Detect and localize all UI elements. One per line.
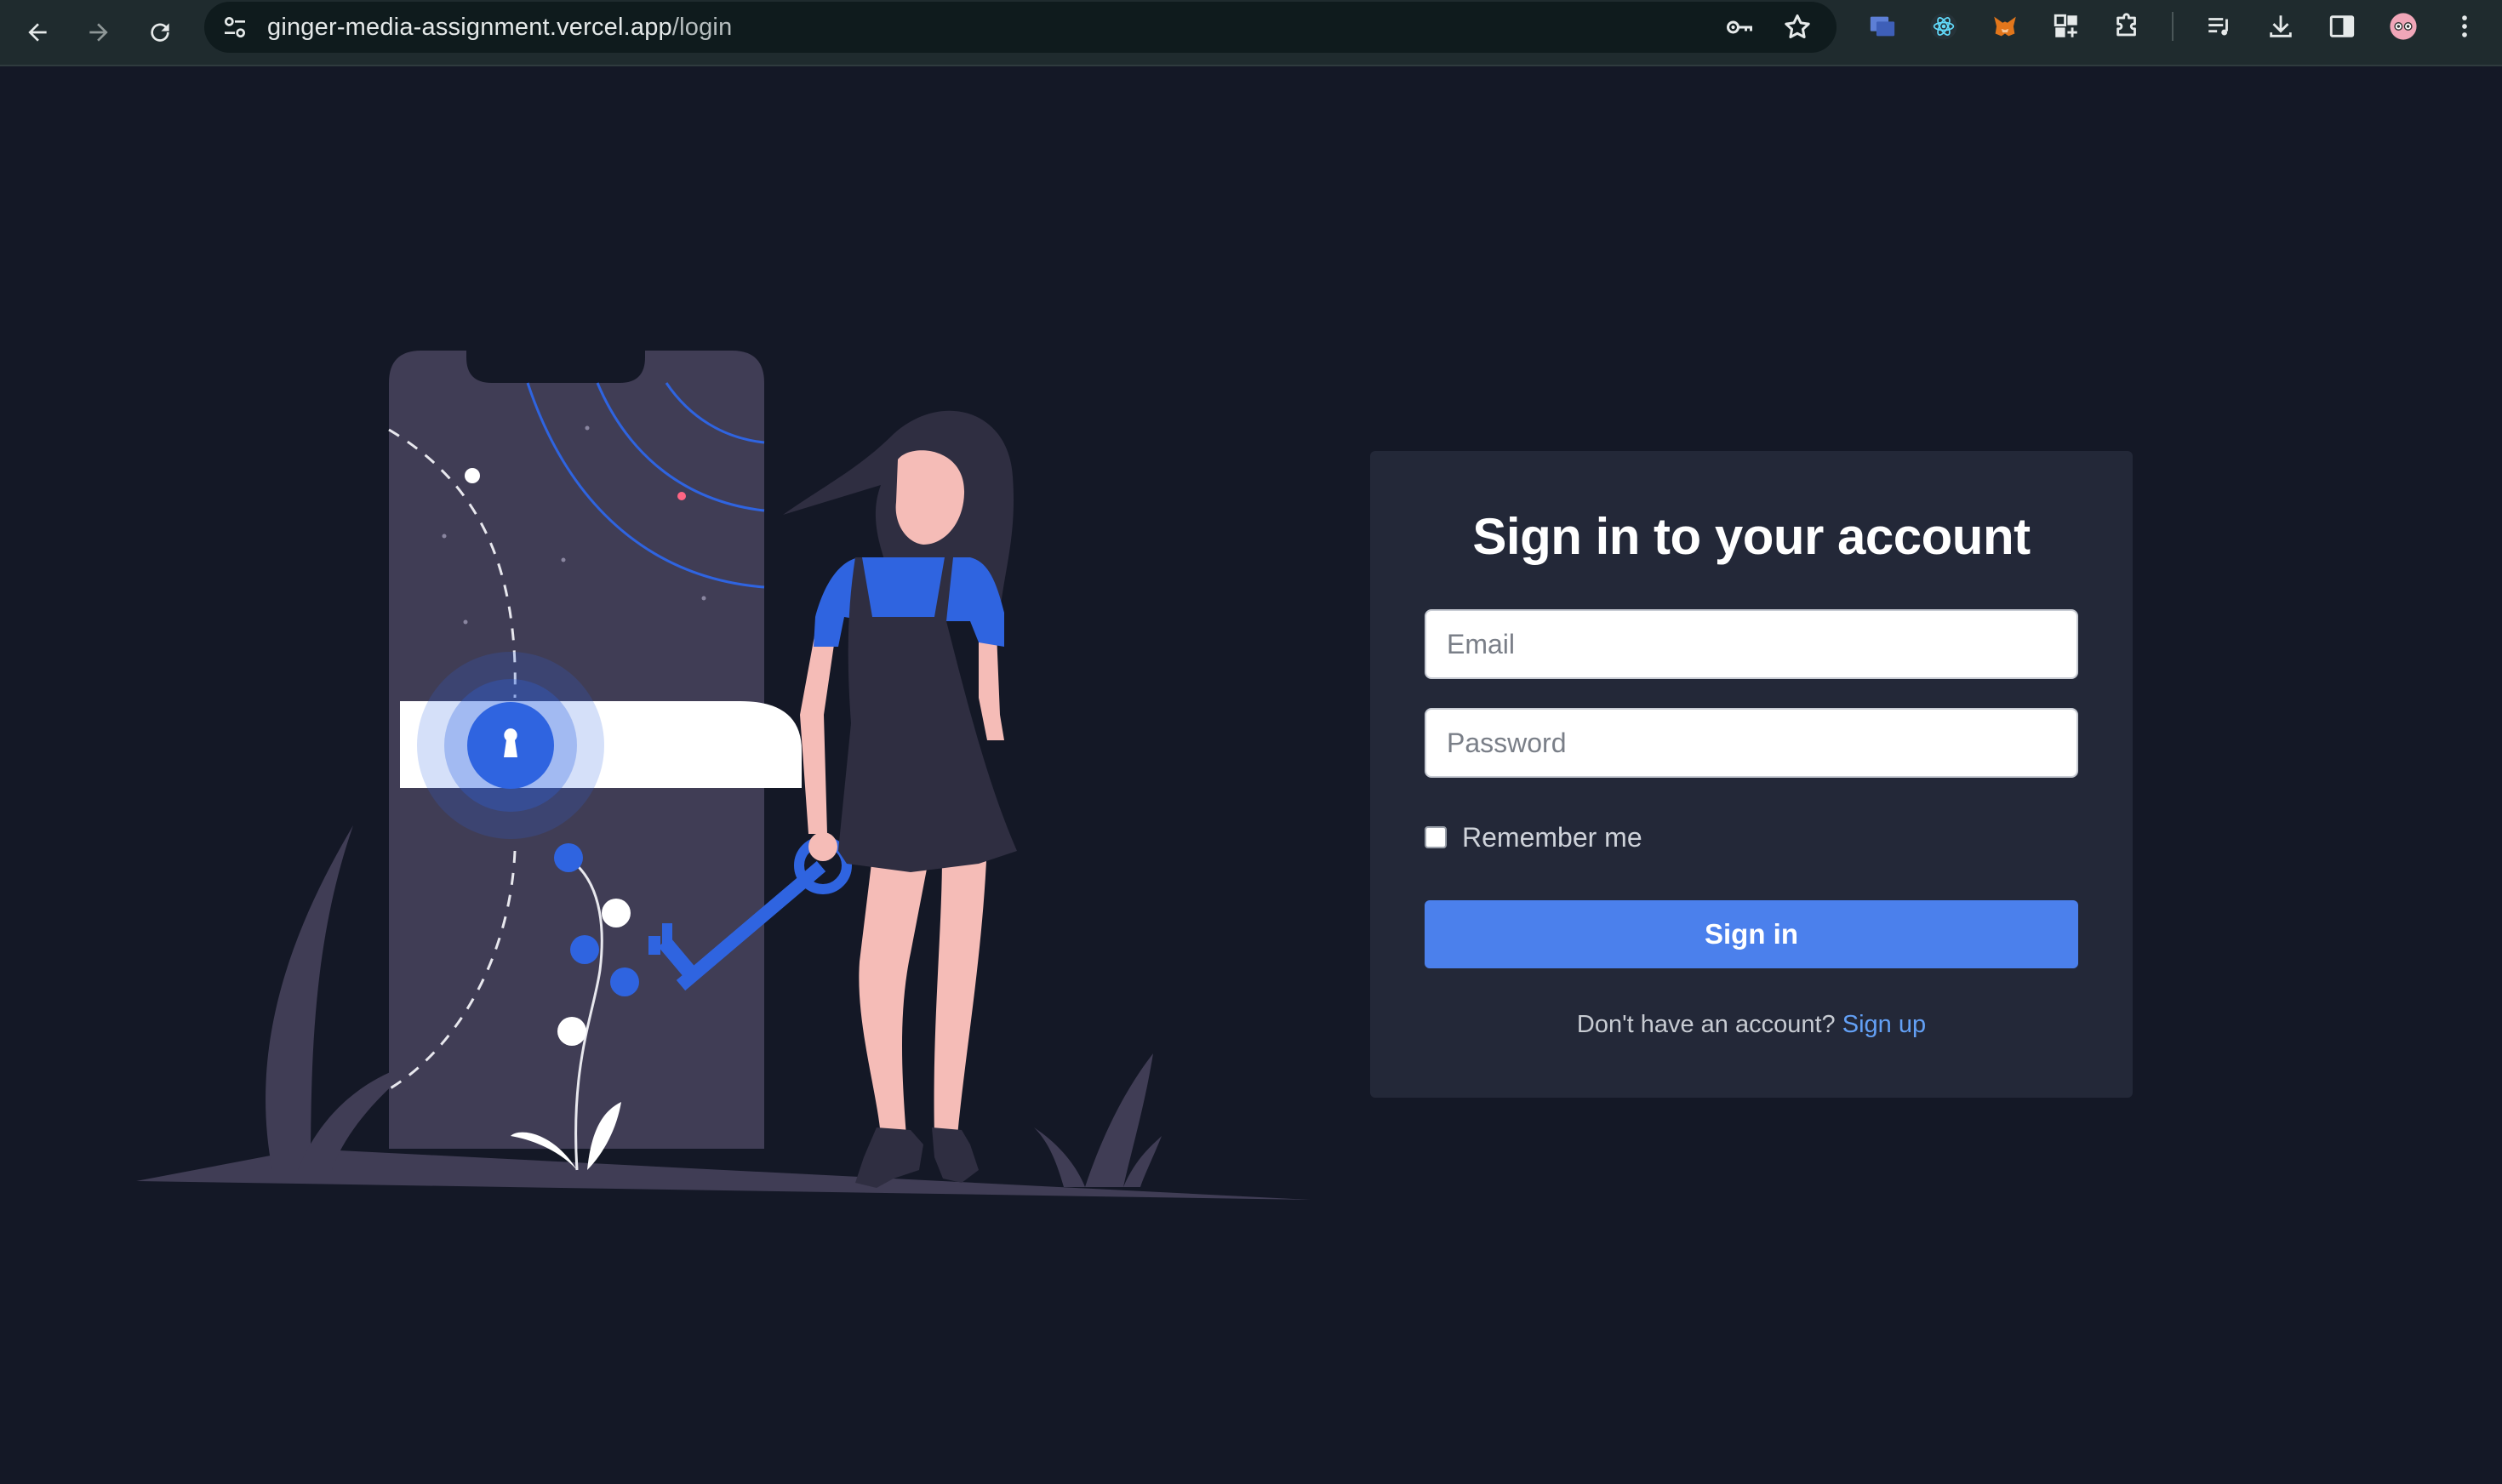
- side-panel-button[interactable]: [2325, 9, 2359, 43]
- extension-window-icon: [1870, 16, 1895, 37]
- password-input[interactable]: [1426, 710, 2076, 776]
- side-panel-icon: [2329, 15, 2355, 37]
- email-input[interactable]: [1426, 611, 2076, 677]
- toolbar-separator: [2172, 12, 2174, 41]
- login-card: Sign in to your account Remember me Sign…: [1370, 451, 2133, 1098]
- flower-bud-4: [610, 967, 639, 996]
- react-devtools-button[interactable]: [1927, 9, 1961, 43]
- flower-bud-3: [570, 935, 599, 964]
- email-field[interactable]: [1425, 609, 2078, 679]
- bookmark-star-icon[interactable]: [1782, 12, 1813, 43]
- remember-me-row[interactable]: Remember me: [1425, 822, 1642, 853]
- download-button[interactable]: [2264, 9, 2298, 43]
- url-text[interactable]: ginger-media-assignment.vercel.app/login: [267, 14, 732, 42]
- address-bar[interactable]: ginger-media-assignment.vercel.app/login: [204, 2, 1837, 53]
- signup-prompt: Don't have an account?: [1576, 1011, 1836, 1038]
- forward-button[interactable]: [77, 10, 121, 54]
- browser-toolbar: ginger-media-assignment.vercel.app/login: [0, 0, 2502, 66]
- login-illustration: [136, 351, 1311, 1200]
- flower-bud-1: [554, 843, 583, 872]
- dot-white: [465, 468, 480, 483]
- metamask-icon: [1994, 16, 2016, 37]
- extension-grid-button[interactable]: [2049, 9, 2083, 43]
- media-control-button[interactable]: [2202, 9, 2236, 43]
- media-control-icon: [2208, 18, 2228, 36]
- signup-row: Don't have an account? Sign up: [1370, 1011, 2133, 1039]
- menu-dots-icon: [2462, 15, 2467, 37]
- sign-in-button[interactable]: Sign in: [1425, 900, 2078, 968]
- react-devtools-icon: [1930, 13, 1957, 40]
- download-icon: [2270, 15, 2292, 37]
- dot-pink: [677, 492, 686, 500]
- remember-me-checkbox[interactable]: [1425, 826, 1447, 848]
- puzzle-icon: [2116, 13, 2136, 37]
- extensions-button[interactable]: [2111, 9, 2145, 43]
- forward-icon: [89, 23, 108, 42]
- flower-bud-5: [557, 1017, 586, 1046]
- remember-me-label[interactable]: Remember me: [1462, 822, 1642, 853]
- url-path: /login: [671, 14, 733, 41]
- grass-right-small: [1034, 1127, 1085, 1187]
- extension-window-button[interactable]: [1865, 9, 1899, 43]
- url-host: ginger-media-assignment.vercel.app: [267, 14, 672, 41]
- profile-avatar: [2390, 13, 2417, 40]
- page-title: Sign in to your account: [1472, 508, 2031, 565]
- reload-icon: [151, 23, 169, 42]
- extension-grid-icon: [2054, 14, 2077, 37]
- password-key-icon[interactable]: [1724, 12, 1755, 43]
- reload-button[interactable]: [138, 10, 182, 54]
- site-info-icon[interactable]: [221, 14, 248, 41]
- girl-figure: [783, 410, 1017, 1188]
- profile-button[interactable]: [2386, 9, 2420, 43]
- flower-bud-2: [602, 899, 631, 928]
- password-field[interactable]: [1425, 708, 2078, 778]
- back-icon: [28, 23, 47, 42]
- metamask-button[interactable]: [1988, 9, 2022, 43]
- back-button[interactable]: [15, 10, 60, 54]
- sign-up-link[interactable]: Sign up: [1842, 1011, 1926, 1038]
- browser-menu-button[interactable]: [2448, 9, 2482, 43]
